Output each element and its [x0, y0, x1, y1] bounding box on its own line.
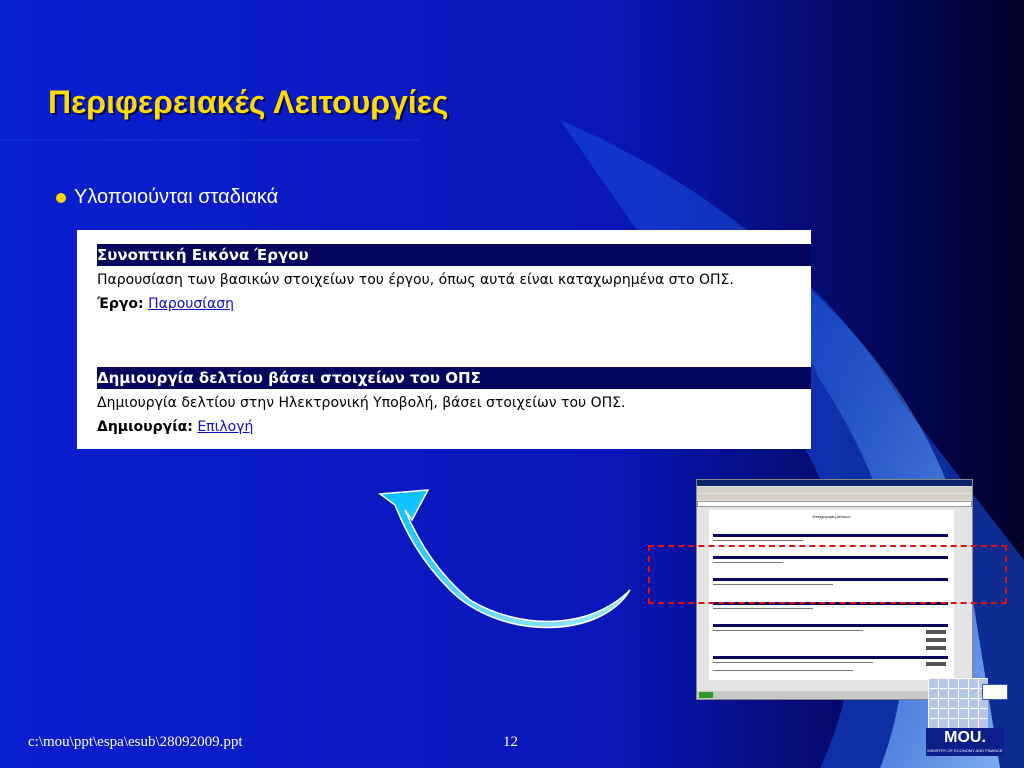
thumbnail-addressbar	[697, 501, 972, 507]
thumbnail-button	[926, 630, 946, 634]
bullet-text: Υλοποιούνται σταδιακά	[74, 186, 279, 208]
logo-subtitle: MINISTRY OF ECONOMY AND FINANCE	[927, 748, 1003, 753]
thumbnail-text-line	[713, 630, 863, 631]
slide-title: Περιφερειακές Λειτουργίες	[48, 84, 449, 120]
thumbnail-toolbar	[697, 494, 972, 500]
thumbnail-section-bar	[713, 656, 948, 659]
thumbnail-section-bar	[713, 624, 948, 627]
section-description: Δημιουργία δελτίου στην Ηλεκτρονική Υποβ…	[97, 395, 626, 411]
thumbnail-button	[926, 662, 946, 666]
thumbnail-heading: Καταχώρηση Δελτίων	[812, 514, 851, 519]
section-description: Παρουσίαση των βασικών στοιχείων του έργ…	[97, 272, 734, 288]
logo-text: MOU. MINISTRY OF ECONOMY AND FINANCE	[926, 728, 1004, 756]
logo-title: MOU.	[944, 729, 986, 746]
ministry-logo: MOU. MINISTRY OF ECONOMY AND FINANCE	[922, 676, 1012, 758]
action-label: Δημιουργία:	[97, 419, 193, 435]
screenshot-panel: Συνοπτική Εικόνα Έργου Παρουσίαση των βα…	[77, 230, 811, 449]
select-link[interactable]: Επιλογή	[197, 419, 253, 435]
thumbnail-text-line	[713, 608, 813, 609]
footer-file-path: c:\mou\ppt\espa\esub\28092009.ppt	[28, 734, 243, 750]
section-create-report: Δημιουργία δελτίου βάσει στοιχείων του Ο…	[97, 367, 811, 435]
section-action-row: Έργο: Παρουσίαση	[97, 296, 811, 312]
highlight-dashed-box	[648, 545, 1007, 604]
thumbnail-start-button	[699, 692, 713, 698]
action-label: Έργο:	[97, 296, 144, 312]
thumbnail-menubar	[697, 487, 972, 493]
thumbnail-button	[926, 646, 946, 650]
section-header: Δημιουργία δελτίου βάσει στοιχείων του Ο…	[97, 367, 811, 389]
thumbnail-text-line	[713, 540, 803, 541]
thumbnail-text-line	[713, 670, 853, 671]
thumbnail-section-bar	[713, 534, 948, 537]
footer-page-number: 12	[503, 734, 518, 750]
bullet-dot-icon	[56, 192, 66, 203]
presentation-link[interactable]: Παρουσίαση	[148, 296, 234, 312]
section-action-row: Δημιουργία: Επιλογή	[97, 419, 811, 435]
bullet-item: Υλοποιούνται σταδιακά	[56, 186, 278, 209]
section-project-overview: Συνοπτική Εικόνα Έργου Παρουσίαση των βα…	[97, 244, 811, 312]
thumbnail-titlebar	[697, 480, 972, 486]
section-header: Συνοπτική Εικόνα Έργου	[97, 244, 811, 266]
logo-grid-mark	[928, 678, 988, 728]
logo-square	[982, 684, 1008, 700]
thumbnail-button	[926, 638, 946, 642]
thumbnail-text-line	[713, 662, 873, 663]
